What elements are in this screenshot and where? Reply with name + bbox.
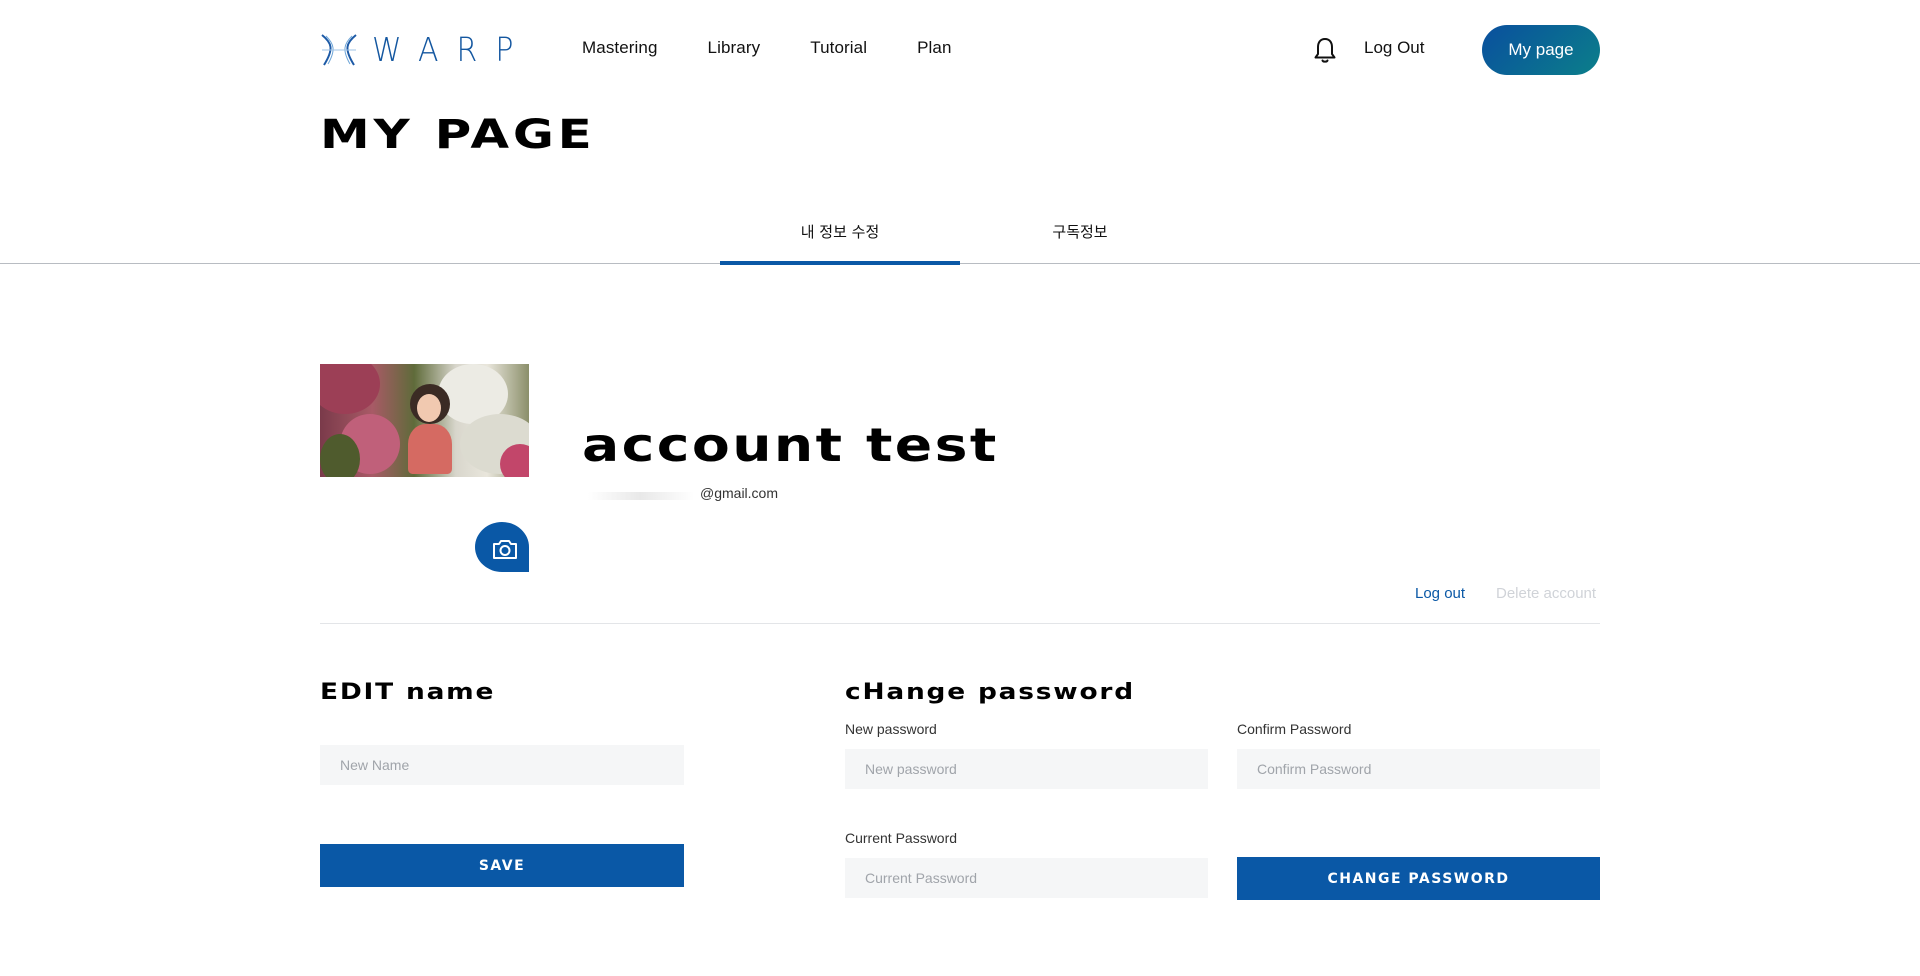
profile-email: @gmail.com	[700, 485, 779, 501]
profile-name: account test	[582, 418, 999, 472]
bell-icon[interactable]	[1312, 36, 1338, 64]
confirm-password-label: Confirm Password	[1237, 721, 1352, 737]
main-nav: Mastering Library Tutorial Plan	[582, 38, 952, 58]
my-page-button[interactable]: My page	[1482, 25, 1600, 75]
current-password-input[interactable]	[845, 858, 1208, 898]
warp-logo-icon	[321, 34, 357, 66]
tab-edit-info[interactable]: 내 정보 수정	[720, 212, 960, 265]
nav-item-tutorial[interactable]: Tutorial	[810, 38, 867, 58]
save-name-button[interactable]: SAVE	[320, 844, 684, 887]
logout-link[interactable]: Log out	[1415, 585, 1465, 602]
camera-icon	[493, 540, 517, 559]
edit-name-title: EDIT name	[320, 680, 496, 705]
change-password-title: cHange password	[845, 680, 1135, 705]
current-password-label: Current Password	[845, 830, 958, 846]
section-divider	[320, 623, 1600, 624]
brand-logo[interactable]: WARP	[320, 30, 531, 70]
new-password-input[interactable]	[845, 749, 1208, 789]
delete-account-link[interactable]: Delete account	[1496, 585, 1596, 602]
nav-item-plan[interactable]: Plan	[917, 38, 951, 58]
nav-item-mastering[interactable]: Mastering	[582, 38, 658, 58]
top-header: WARP Mastering Library Tutorial Plan Log…	[320, 0, 1600, 100]
page-frame: WARP Mastering Library Tutorial Plan Log…	[0, 0, 1920, 976]
new-password-label: New password	[845, 721, 937, 737]
brand-name: WARP	[372, 30, 532, 70]
confirm-password-input[interactable]	[1237, 749, 1600, 789]
email-redacted	[588, 492, 694, 500]
profile-avatar	[320, 364, 529, 477]
header-logout-link[interactable]: Log Out	[1364, 38, 1425, 58]
page-title: MY PAGE	[320, 112, 596, 158]
nav-item-library[interactable]: Library	[708, 38, 761, 58]
tab-subscription[interactable]: 구독정보	[960, 212, 1200, 264]
tab-bar: 내 정보 수정 구독정보	[0, 212, 1920, 265]
change-password-button[interactable]: CHANGE PASSWORD	[1237, 857, 1600, 900]
new-name-input[interactable]	[320, 745, 684, 785]
change-photo-button[interactable]	[475, 522, 529, 572]
